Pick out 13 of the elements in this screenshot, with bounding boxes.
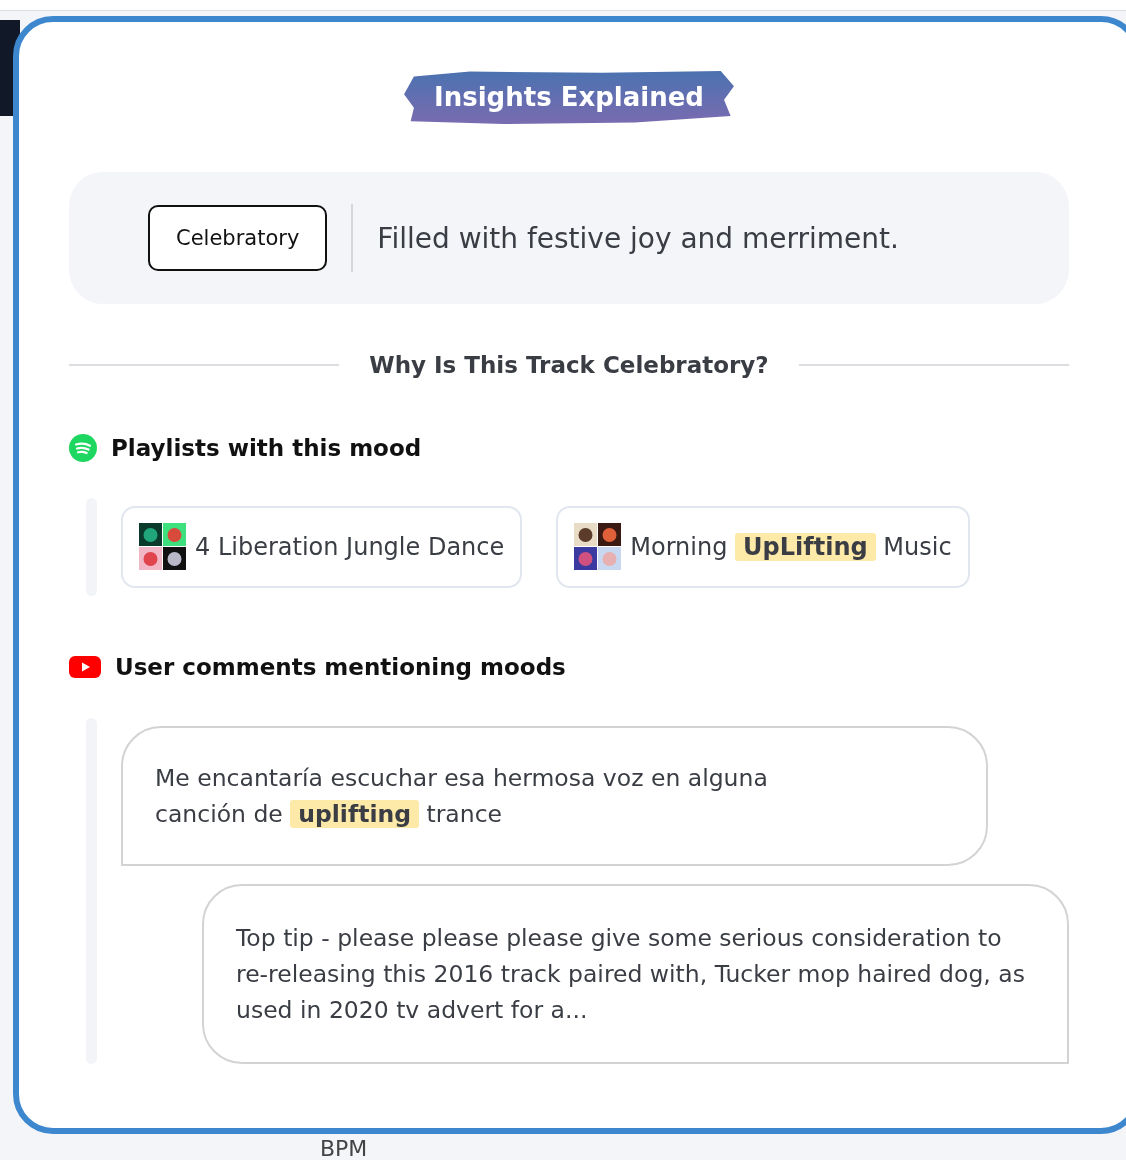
column-label: BPM (320, 1138, 368, 1160)
comments-heading: User comments mentioning moods (115, 654, 566, 680)
playlist-card[interactable]: Morning UpLifting Music (556, 506, 970, 588)
playlist-card[interactable]: 4 Liberation Jungle Dance (121, 506, 523, 588)
comment-bubble: Top tip - please please please give some serious consideration to re-releasing this 2016 track paired with, Tucker mop haired dog, as used in 2020 tv advert for a... (202, 884, 1069, 1064)
youtube-icon (69, 656, 101, 678)
mood-tag: Celebratory (148, 205, 328, 271)
dialog-title: Insights Explained (404, 70, 734, 124)
mood-description: Filled with festive joy and merriment. (377, 221, 899, 255)
comment-bubble: Me encantaría escuchar esa hermosa voz en alguna canción de uplifting trance (121, 726, 988, 866)
spotify-icon (69, 434, 97, 462)
section-heading: Why Is This Track Celebratory? (369, 352, 769, 378)
playlists-heading: Playlists with this mood (111, 435, 422, 461)
